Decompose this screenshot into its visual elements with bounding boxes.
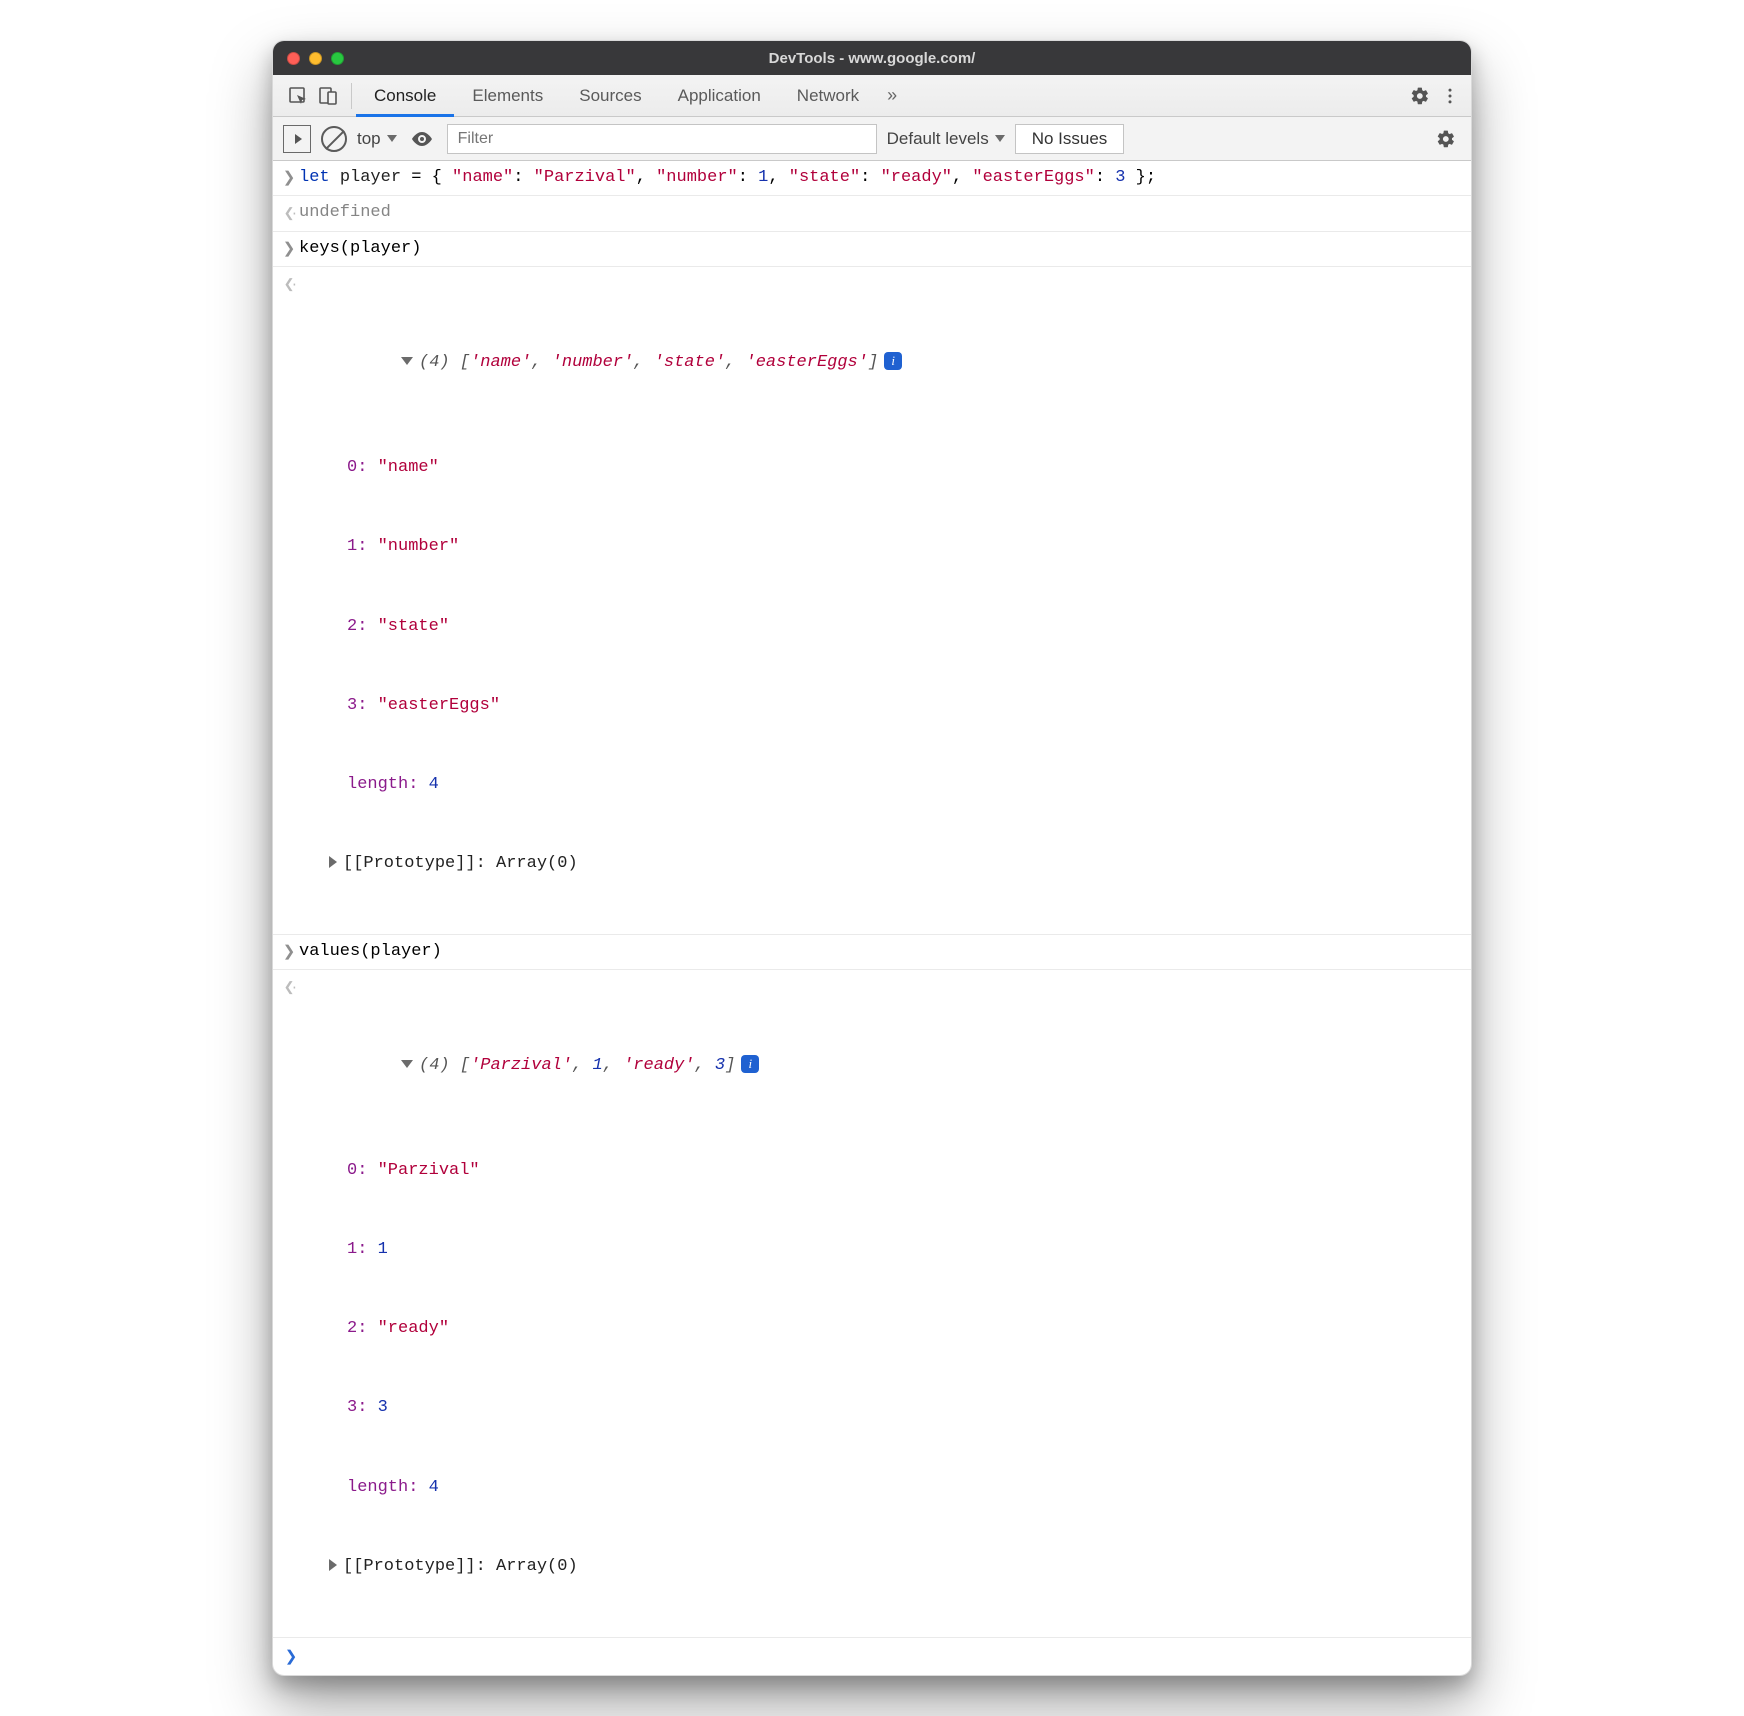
array-entry: 1: 1 (299, 1237, 1463, 1263)
console-row[interactable]: values(player) (273, 935, 1471, 970)
context-select[interactable]: top (357, 129, 397, 149)
tab-console[interactable]: Console (356, 75, 454, 117)
array-entry: 3: 3 (299, 1395, 1463, 1421)
devtools-window: DevTools - www.google.com/ Console Eleme… (272, 40, 1472, 1676)
expand-toggle-icon[interactable] (401, 1060, 413, 1068)
length-row: length: 4 (299, 772, 1463, 798)
filter-input[interactable] (447, 124, 877, 154)
tab-bar: Console Elements Sources Application Net… (273, 75, 1471, 117)
expand-toggle-icon[interactable] (401, 357, 413, 365)
array-entry: 2: "ready" (299, 1316, 1463, 1342)
tab-application[interactable]: Application (660, 75, 779, 117)
info-icon[interactable]: i (741, 1055, 759, 1073)
input-code: keys(player) (299, 236, 1463, 262)
array-entry: 0: "name" (299, 455, 1463, 481)
array-entry: 0: "Parzival" (299, 1158, 1463, 1184)
output-undefined: undefined (299, 200, 1463, 226)
tab-elements[interactable]: Elements (454, 75, 561, 117)
inspect-element-icon[interactable] (283, 81, 313, 111)
input-caret-icon (279, 236, 299, 261)
settings-gear-icon[interactable] (1405, 81, 1435, 111)
array-entry: 2: "state" (299, 614, 1463, 640)
expand-toggle-icon[interactable] (329, 856, 337, 868)
prototype-row[interactable]: [[Prototype]]: Array(0) (299, 851, 1463, 877)
prompt-caret-icon (281, 1644, 301, 1669)
clear-console-icon[interactable] (321, 126, 347, 152)
device-toolbar-icon[interactable] (313, 81, 343, 111)
prompt-row[interactable] (273, 1638, 1471, 1675)
window-titlebar: DevTools - www.google.com/ (273, 41, 1471, 75)
console-row: undefined (273, 196, 1471, 231)
output-caret-icon (279, 200, 299, 225)
window-title: DevTools - www.google.com/ (273, 50, 1471, 67)
prototype-row[interactable]: [[Prototype]]: Array(0) (299, 1554, 1463, 1580)
live-expression-icon[interactable] (407, 124, 437, 154)
array-summary[interactable]: (4) ['Parzival', 1, 'ready', 3]i (299, 1027, 1463, 1106)
console-row[interactable]: let player = { "name": "Parzival", "numb… (273, 161, 1471, 196)
output-object: (4) ['name', 'number', 'state', 'easterE… (299, 271, 1463, 930)
input-code: let player = { "name": "Parzival", "numb… (299, 165, 1463, 191)
chevron-down-icon (995, 135, 1005, 142)
toggle-sidebar-icon[interactable] (283, 125, 311, 153)
info-icon[interactable]: i (884, 352, 902, 370)
length-row: length: 4 (299, 1475, 1463, 1501)
output-caret-icon (279, 271, 299, 296)
input-caret-icon (279, 939, 299, 964)
issues-button[interactable]: No Issues (1015, 124, 1125, 154)
context-label: top (357, 129, 381, 149)
array-entry: 3: "easterEggs" (299, 693, 1463, 719)
console-body: let player = { "name": "Parzival", "numb… (273, 161, 1471, 1675)
console-toolbar: top Default levels No Issues (273, 117, 1471, 161)
output-object: (4) ['Parzival', 1, 'ready', 3]i 0: "Par… (299, 974, 1463, 1633)
tab-network[interactable]: Network (779, 75, 877, 117)
expand-toggle-icon[interactable] (329, 1559, 337, 1571)
levels-select[interactable]: Default levels (887, 129, 1005, 149)
chevron-down-icon (387, 135, 397, 142)
more-tabs-icon[interactable]: » (877, 85, 907, 106)
console-row[interactable]: keys(player) (273, 232, 1471, 267)
kebab-menu-icon[interactable] (1435, 81, 1465, 111)
tab-sources[interactable]: Sources (561, 75, 659, 117)
input-caret-icon (279, 165, 299, 190)
output-caret-icon (279, 974, 299, 999)
console-row: (4) ['Parzival', 1, 'ready', 3]i 0: "Par… (273, 970, 1471, 1638)
console-settings-gear-icon[interactable] (1431, 124, 1461, 154)
input-code: values(player) (299, 939, 1463, 965)
levels-label: Default levels (887, 129, 989, 149)
prompt-input[interactable] (301, 1644, 1463, 1669)
array-summary[interactable]: (4) ['name', 'number', 'state', 'easterE… (299, 324, 1463, 403)
array-entry: 1: "number" (299, 534, 1463, 560)
divider (351, 83, 352, 109)
console-row: (4) ['name', 'number', 'state', 'easterE… (273, 267, 1471, 935)
